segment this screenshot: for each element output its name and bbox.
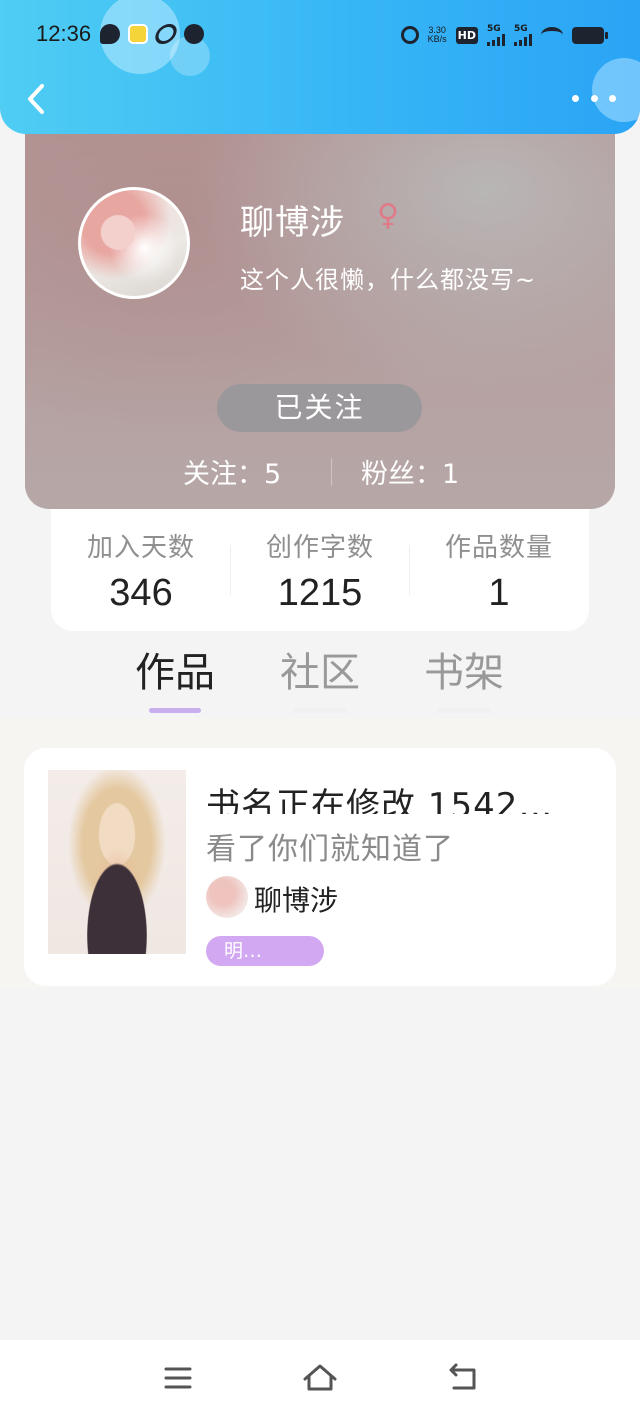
follow-stats: 关注：5 粉丝：1 — [25, 452, 615, 492]
stat-works: 作品数量 1 — [409, 527, 589, 615]
stat-value: 1 — [488, 572, 510, 614]
menu-button[interactable] — [158, 1360, 198, 1396]
following-count[interactable]: 关注：5 — [183, 452, 281, 491]
signal-icon: 5G — [514, 24, 532, 46]
signal-label: 5G — [514, 24, 528, 34]
tab-bookshelf[interactable]: 书架 — [404, 640, 524, 698]
back-button[interactable] — [20, 80, 54, 118]
book-card[interactable]: 书名正在修改 1542… 看了你们就知道了 聊博涉 明… — [24, 748, 616, 986]
alarm-icon — [400, 26, 419, 44]
tab-works[interactable]: 作品 — [115, 640, 235, 698]
user-name: 聊博涉 — [240, 203, 345, 243]
stat-value: 346 — [109, 572, 173, 614]
stat-words: 创作字数 1215 — [230, 527, 410, 615]
followed-button[interactable]: 已关注 — [217, 384, 422, 432]
network-speed-unit: KB/s — [427, 34, 447, 44]
menu-icon — [164, 1367, 192, 1389]
female-gender-icon: ♀ — [377, 198, 399, 233]
divider — [331, 458, 332, 486]
stat-label: 加入天数 — [86, 533, 195, 563]
nav-back-button[interactable] — [442, 1360, 482, 1396]
battery-icon — [572, 26, 608, 44]
tab-indicator — [294, 708, 346, 713]
stat-value: 1215 — [277, 572, 363, 614]
signal-icon: 5G — [487, 24, 505, 46]
stat-label: 作品数量 — [444, 533, 553, 563]
author-name: 聊博涉 — [254, 884, 339, 917]
system-nav-bar — [0, 1340, 640, 1415]
tab-indicator-active — [149, 708, 201, 713]
link-icon — [152, 24, 180, 44]
book-tag[interactable]: 明… — [206, 936, 324, 966]
more-button[interactable] — [572, 88, 616, 108]
chevron-left-icon — [28, 84, 44, 114]
status-bar: 12:36 3.30 KB/s HD 5G 5G — [0, 0, 640, 70]
chat-icon — [100, 24, 120, 44]
tab-indicator — [438, 708, 490, 713]
book-description: 看了你们就知道了 — [206, 832, 454, 867]
tab-bar: 作品 社区 书架 — [0, 640, 640, 718]
works-list: 书名正在修改 1542… 看了你们就知道了 聊博涉 明… — [0, 718, 640, 988]
app-icon — [128, 24, 148, 44]
system-icons: 3.30 KB/s HD 5G 5G — [400, 24, 608, 46]
user-bio: 这个人很懒，什么都没写~ — [240, 266, 537, 294]
fans-count[interactable]: 粉丝：1 — [361, 452, 459, 491]
return-icon — [449, 1363, 476, 1390]
status-time: 12:36 — [36, 21, 92, 46]
home-icon — [303, 1364, 337, 1391]
network-speed: 3.30 KB/s — [428, 26, 447, 44]
signal-label: 5G — [487, 24, 501, 34]
bot-icon — [184, 24, 204, 44]
stat-days: 加入天数 346 — [51, 527, 231, 615]
stats-card: 加入天数 346 创作字数 1215 作品数量 1 — [51, 505, 589, 631]
stat-label: 创作字数 — [265, 533, 374, 563]
more-dots-icon — [572, 94, 579, 102]
top-header: 12:36 3.30 KB/s HD 5G 5G — [0, 0, 640, 134]
tab-community[interactable]: 社区 — [260, 640, 380, 698]
author-avatar — [206, 876, 248, 918]
book-cover[interactable] — [48, 770, 186, 954]
notification-icons — [100, 24, 204, 44]
hd-icon: HD — [455, 26, 478, 44]
profile-card: 聊博涉 ♀ 这个人很懒，什么都没写~ 已关注 关注：5 粉丝：1 — [25, 100, 615, 509]
wifi-icon — [541, 27, 563, 43]
book-title: 书名正在修改 1542… — [206, 786, 554, 814]
avatar[interactable] — [78, 187, 190, 299]
home-button[interactable] — [300, 1360, 340, 1396]
